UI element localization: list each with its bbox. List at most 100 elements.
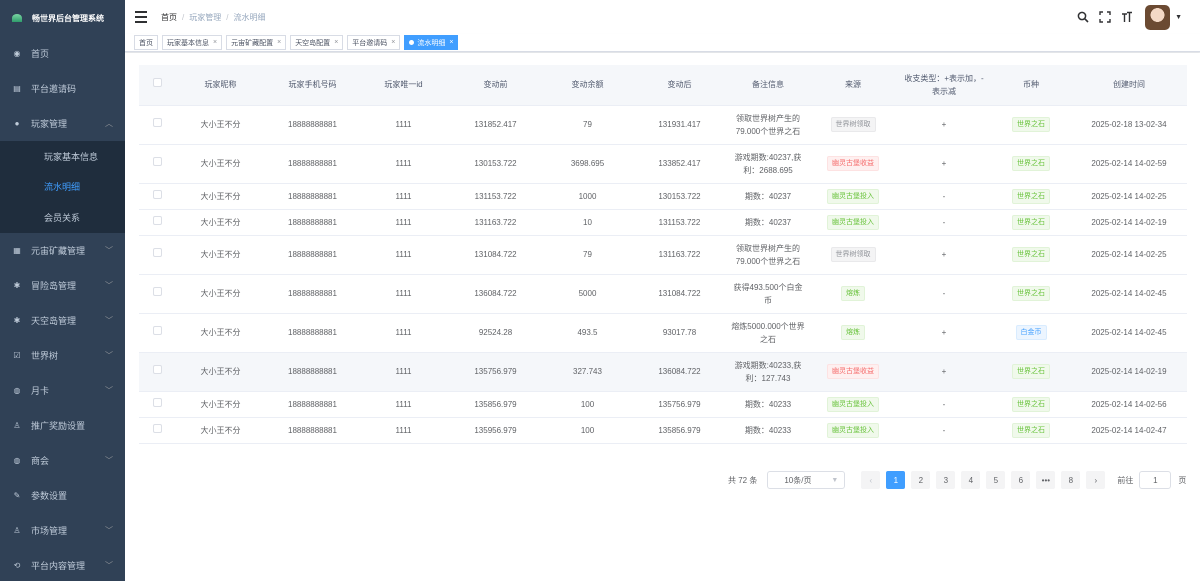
row-checkbox[interactable] bbox=[152, 326, 162, 335]
more-pages-button[interactable]: ••• bbox=[1036, 471, 1056, 489]
page-button[interactable]: 2 bbox=[911, 471, 931, 489]
cell-uid: 1111 bbox=[359, 105, 448, 145]
row-checkbox[interactable] bbox=[152, 287, 162, 296]
close-icon[interactable]: × bbox=[391, 39, 395, 46]
sidebar-item-2[interactable]: ● 玩家管理 ︿ bbox=[0, 106, 125, 141]
tag-1[interactable]: 玩家基本信息 × bbox=[162, 35, 223, 50]
row-checkbox[interactable] bbox=[152, 215, 162, 225]
row-checkbox[interactable] bbox=[152, 423, 162, 433]
column-header: 变动前 bbox=[448, 65, 543, 106]
sidebar-item-5[interactable]: ✱ 天空岛管理 ﹀ bbox=[0, 303, 125, 338]
table-row[interactable]: 大小王不分 18888888881 1111 131852.417 79 131931.4… bbox=[139, 105, 1187, 145]
page-button[interactable]: 8 bbox=[1061, 471, 1081, 489]
cell-created: 2025-02-14 14-02-45 bbox=[1071, 313, 1187, 353]
close-icon[interactable]: × bbox=[334, 39, 338, 46]
cell-source: 世界树领取 bbox=[809, 105, 897, 145]
tag-3[interactable]: 天空岛配置 × bbox=[290, 35, 344, 50]
avatar[interactable] bbox=[1145, 4, 1171, 30]
sidebar-item-7[interactable]: ◍ 月卡 ﹀ bbox=[0, 373, 125, 408]
pagination: 共 72 条 10条/页 ▼ ‹ 1 2 3 4 5 6 ••• 8 › 前往 1 页 bbox=[728, 471, 1186, 489]
cell-currency: 世界之石 bbox=[991, 391, 1071, 418]
select-all-cell bbox=[139, 65, 175, 106]
sidebar-subitem-1[interactable]: 流水明细 bbox=[0, 172, 125, 203]
table-row[interactable]: 大小王不分 18888888881 1111 92524.28 493.5 93017.7… bbox=[139, 313, 1187, 353]
sidebar-item-8[interactable]: ♙ 推广奖励设置 bbox=[0, 408, 125, 443]
tag-4[interactable]: 平台邀请码 × bbox=[347, 35, 401, 50]
cell-uid: 1111 bbox=[359, 209, 448, 236]
column-header: 玩家手机号码 bbox=[266, 65, 359, 106]
tag-label: 首页 bbox=[139, 39, 153, 47]
prev-page-button[interactable]: ‹ bbox=[861, 471, 881, 489]
cell-source: 世界树领取 bbox=[809, 235, 897, 275]
fullscreen-icon[interactable] bbox=[1095, 7, 1115, 27]
cell-source: 熔炼 bbox=[809, 274, 897, 314]
cell-uid: 1111 bbox=[359, 235, 448, 275]
sidebar-item-0[interactable]: ◉ 首页 bbox=[0, 36, 125, 71]
sidebar-item-3[interactable]: ▦ 元宙矿藏管理 ﹀ bbox=[0, 233, 125, 268]
page-button[interactable]: 1 bbox=[886, 471, 906, 489]
close-icon[interactable]: × bbox=[213, 39, 217, 46]
page-button[interactable]: 4 bbox=[961, 471, 981, 489]
goto-page-input[interactable]: 1 bbox=[1139, 471, 1172, 489]
chevron-down-icon: ﹀ bbox=[105, 315, 113, 325]
table-row[interactable]: 大小王不分 18888888881 1111 131163.722 10 131153.7… bbox=[139, 209, 1187, 236]
cell-phone: 18888888881 bbox=[266, 105, 359, 145]
sidebar-subitem-2[interactable]: 会员关系 bbox=[0, 202, 125, 233]
chevron-down-icon[interactable]: ▼ bbox=[1175, 14, 1182, 21]
close-icon[interactable]: × bbox=[449, 39, 453, 46]
tag-2[interactable]: 元宙矿藏配置 × bbox=[226, 35, 287, 50]
cell-phone: 18888888881 bbox=[266, 391, 359, 418]
cell-sign: - bbox=[897, 209, 991, 236]
cell-source: 幽灵古堡投入 bbox=[809, 209, 897, 236]
cell-source: 幽灵古堡收益 bbox=[809, 352, 897, 392]
sidebar-item-10[interactable]: ✎ 参数设置 bbox=[0, 478, 125, 513]
search-icon[interactable] bbox=[1073, 7, 1093, 27]
cell-amount: 79 bbox=[543, 105, 632, 145]
next-page-button[interactable]: › bbox=[1086, 471, 1106, 489]
page-size-select[interactable]: 10条/页 ▼ bbox=[767, 471, 846, 489]
cell-source: 幽灵古堡投入 bbox=[809, 391, 897, 418]
cell-before: 135956.979 bbox=[448, 417, 543, 444]
page-button[interactable]: 3 bbox=[936, 471, 956, 489]
app-logo[interactable]: 畅世界后台管理系统 bbox=[0, 0, 125, 36]
row-checkbox[interactable] bbox=[152, 397, 162, 407]
sidebar-subitem-0[interactable]: 玩家基本信息 bbox=[0, 141, 125, 172]
table-row[interactable]: 大小王不分 18888888881 1111 130153.722 3698.695 13… bbox=[139, 144, 1187, 184]
row-checkbox[interactable] bbox=[152, 189, 162, 199]
cell-nickname: 大小王不分 bbox=[175, 235, 266, 275]
page-button[interactable]: 6 bbox=[1011, 471, 1031, 489]
table-row[interactable]: 大小王不分 18888888881 1111 135956.979 100 135856.… bbox=[139, 417, 1187, 444]
cell-nickname: 大小王不分 bbox=[175, 313, 266, 353]
people-icon: ♙ bbox=[13, 525, 21, 535]
sidebar-item-11[interactable]: ♙ 市场管理 ﹀ bbox=[0, 513, 125, 548]
sidebar-item-6[interactable]: ☑ 世界树 ﹀ bbox=[0, 338, 125, 373]
sidebar-item-1[interactable]: ▤ 平台邀请码 bbox=[0, 71, 125, 106]
table-row[interactable]: 大小王不分 18888888881 1111 131084.722 79 131163.7… bbox=[139, 235, 1187, 275]
cell-nickname: 大小王不分 bbox=[175, 209, 266, 236]
cell-nickname: 大小王不分 bbox=[175, 183, 266, 210]
sidebar-item-12[interactable]: ⟲ 平台内容管理 ﹀ bbox=[0, 548, 125, 581]
tag-5[interactable]: 流水明细 × bbox=[404, 35, 459, 50]
font-size-icon[interactable] bbox=[1117, 7, 1137, 27]
sidebar-item-9[interactable]: ◍ 商会 ﹀ bbox=[0, 443, 125, 478]
table-row[interactable]: 大小王不分 18888888881 1111 131153.722 1000 130153… bbox=[139, 183, 1187, 210]
sidebar-item-4[interactable]: ✱ 冒险岛管理 ﹀ bbox=[0, 268, 125, 303]
page-word: 页 bbox=[1178, 475, 1187, 485]
hamburger-icon[interactable] bbox=[135, 10, 155, 24]
tag-0[interactable]: 首页 bbox=[134, 35, 158, 50]
close-icon[interactable]: × bbox=[277, 39, 281, 46]
row-checkbox[interactable] bbox=[152, 248, 162, 257]
source-badge: 熔炼 bbox=[841, 325, 865, 340]
select-all-checkbox[interactable] bbox=[152, 78, 162, 88]
goto-label: 前往 bbox=[1117, 475, 1134, 485]
page-button[interactable]: 5 bbox=[986, 471, 1006, 489]
cell-amount: 1000 bbox=[543, 183, 632, 210]
row-checkbox[interactable] bbox=[152, 118, 162, 127]
table-row[interactable]: 大小王不分 18888888881 1111 135856.979 100 135756.… bbox=[139, 391, 1187, 418]
select-cell bbox=[139, 144, 175, 184]
table-row[interactable]: 大小王不分 18888888881 1111 135756.979 327.743 136… bbox=[139, 352, 1187, 392]
row-checkbox[interactable] bbox=[152, 157, 162, 166]
row-checkbox[interactable] bbox=[152, 365, 162, 374]
breadcrumb-home[interactable]: 首页 bbox=[161, 12, 177, 23]
table-row[interactable]: 大小王不分 18888888881 1111 136084.722 5000 131084… bbox=[139, 274, 1187, 314]
